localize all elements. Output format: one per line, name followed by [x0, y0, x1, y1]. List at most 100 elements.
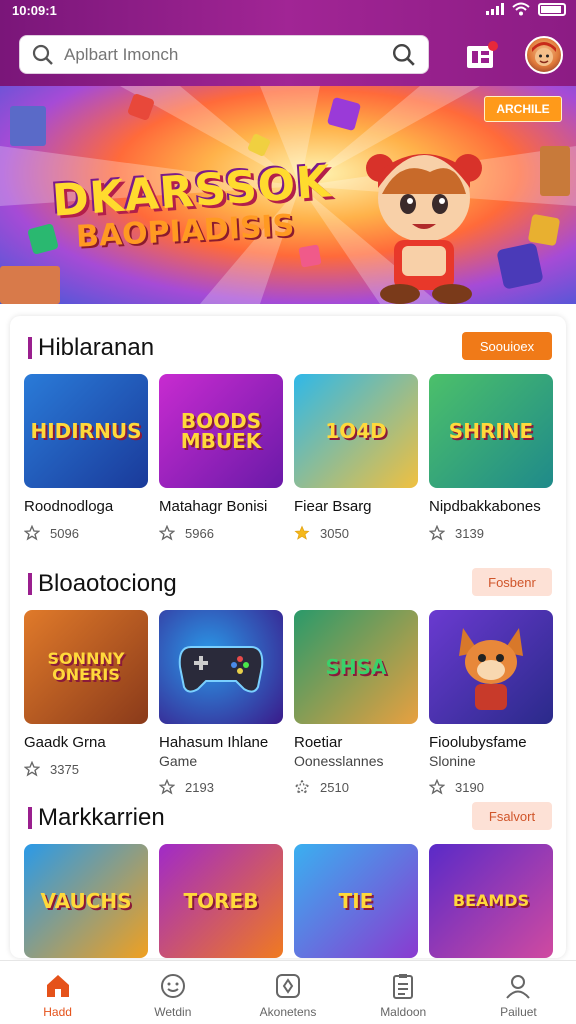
game-name: Gaadk Grna	[24, 734, 106, 751]
status-time: 10:09:1	[12, 3, 57, 18]
nav-item-maldoon[interactable]: Maldoon	[346, 961, 461, 1024]
game-rating: 3190	[455, 779, 484, 795]
game-row: HIDIRNUS Roodnodloga 5096 BOODS MBUEK Ma…	[24, 374, 553, 541]
game-rating: 3139	[455, 525, 484, 541]
game-card[interactable]: BOODS MBUEK Matahagr Bonisi 5966	[159, 374, 283, 541]
game-rating: 3050	[320, 525, 349, 541]
featured-banner[interactable]: DKARSSOK BAOPIADISIS ARCHILE	[0, 86, 576, 304]
game-rating: 3375	[50, 761, 79, 777]
clipboard-icon	[393, 974, 414, 999]
star-outline-icon	[429, 779, 445, 795]
thumbnail-art-text: HIDIRNUS	[30, 419, 142, 443]
home-icon	[46, 975, 69, 997]
nav-item-pailuet[interactable]: Pailuet	[461, 961, 576, 1024]
star-outline-icon	[159, 779, 175, 795]
game-thumbnail[interactable]: 1O4D	[294, 374, 418, 488]
game-meta: 5096	[24, 525, 148, 541]
profile-icon	[506, 975, 531, 999]
section-markkarrien: Markkarrien Fsalvort VAUCHS TOREB TIE BE…	[10, 798, 566, 958]
search-input[interactable]	[64, 44, 392, 65]
nav-label: Wetdin	[154, 1005, 192, 1019]
game-card[interactable]: Fioolubysfame Slonine 3190	[429, 610, 553, 795]
game-thumbnail[interactable]	[159, 610, 283, 724]
avatar-icon	[532, 42, 556, 66]
section-header: Bloaotociong Fosbenr	[10, 564, 566, 604]
game-card[interactable]: SONNNY ONERIS Gaadk Grna 3375	[24, 610, 148, 795]
battery-icon	[538, 2, 566, 16]
search-bar[interactable]	[19, 35, 429, 74]
nav-item-akonetens[interactable]: Akonetens	[230, 961, 345, 1024]
game-card[interactable]: SHRINE Nipdbakkabones 3139	[429, 374, 553, 541]
game-thumbnail[interactable]: SHSA	[294, 610, 418, 724]
game-card[interactable]: 1O4D Fiear Bsarg 3050	[294, 374, 418, 541]
search-submit-icon[interactable]	[392, 43, 416, 67]
game-card[interactable]: TIE	[294, 844, 418, 958]
game-thumbnail[interactable]: VAUCHS	[24, 844, 148, 958]
game-card[interactable]: HIDIRNUS Roodnodloga 5096	[24, 374, 148, 541]
thumbnail-art-text: SHSA	[325, 655, 387, 679]
game-name: Nipdbakkabones	[429, 498, 541, 515]
game-card[interactable]: SHSA Roetiar Oonesslannes 2510	[294, 610, 418, 795]
nav-label: Maldoon	[380, 1005, 427, 1019]
section-header: Markkarrien Fsalvort	[10, 798, 566, 838]
game-meta: 2510	[294, 779, 418, 795]
game-rating: 5096	[50, 525, 79, 541]
compass-icon	[276, 974, 300, 998]
game-card[interactable]: Hahasum Ihlane Game 2193	[159, 610, 283, 795]
notifications-button[interactable]	[463, 36, 501, 74]
face-icon	[160, 974, 185, 998]
nav-item-wetdin[interactable]: Wetdin	[115, 961, 230, 1024]
game-row: VAUCHS TOREB TIE BEAMDS	[24, 844, 553, 958]
nav-label: Hadd	[43, 1005, 72, 1019]
section-action-button[interactable]: Fsalvort	[472, 802, 552, 830]
thumbnail-art-text: BOODS MBUEK	[180, 409, 262, 453]
signal-icon	[486, 3, 504, 15]
game-thumbnail[interactable]: TIE	[294, 844, 418, 958]
game-subtitle: Slonine	[429, 753, 476, 769]
section-title: Hiblaranan	[28, 334, 154, 362]
game-thumbnail[interactable]: BEAMDS	[429, 844, 553, 958]
game-card[interactable]: BEAMDS	[429, 844, 553, 958]
game-thumbnail[interactable]: BOODS MBUEK	[159, 374, 283, 488]
section-hiblaranan: Hiblaranan Soouioex HIDIRNUS Roodnodloga…	[10, 328, 566, 541]
star-half-icon	[294, 779, 310, 795]
banner-character	[366, 154, 482, 304]
game-thumbnail[interactable]	[429, 610, 553, 724]
banner-badge[interactable]: ARCHILE	[484, 96, 562, 122]
game-thumbnail[interactable]: SHRINE	[429, 374, 553, 488]
game-name: Roodnodloga	[24, 498, 114, 515]
section-bloaotociong: Bloaotociong Fosbenr SONNNY ONERIS Gaadk…	[10, 564, 566, 795]
game-subtitle: Oonesslannes	[294, 753, 384, 769]
nav-item-home[interactable]: Hadd	[0, 961, 115, 1024]
avatar[interactable]	[525, 36, 563, 74]
app-header: 10:09:1	[0, 0, 576, 86]
search-icon	[32, 44, 53, 65]
thumbnail-art-text: 1O4D	[325, 419, 387, 443]
star-outline-icon	[24, 761, 40, 777]
game-thumbnail[interactable]: HIDIRNUS	[24, 374, 148, 488]
thumbnail-art-text: TOREB	[183, 889, 259, 913]
game-card[interactable]: TOREB	[159, 844, 283, 958]
wifi-icon	[512, 2, 530, 16]
game-meta: 2193	[159, 779, 283, 795]
game-card[interactable]: VAUCHS	[24, 844, 148, 958]
game-rating: 2510	[320, 779, 349, 795]
game-meta: 5966	[159, 525, 283, 541]
gamepad-icon	[178, 646, 264, 693]
star-outline-icon	[159, 525, 175, 541]
nav-label: Pailuet	[500, 1005, 537, 1019]
star-filled-icon	[294, 525, 310, 540]
section-action-button[interactable]: Fosbenr	[472, 568, 552, 596]
game-thumbnail[interactable]: TOREB	[159, 844, 283, 958]
section-action-button[interactable]: Soouioex	[462, 332, 552, 360]
game-thumbnail[interactable]: SONNNY ONERIS	[24, 610, 148, 724]
game-rating: 2193	[185, 779, 214, 795]
thumbnail-art-text: VAUCHS	[40, 889, 132, 913]
game-row: SONNNY ONERIS Gaadk Grna 3375 Hahasum Ih…	[24, 610, 553, 795]
bottom-nav: Hadd Wetdin Akonetens Maldoon Pailuet	[0, 960, 576, 1024]
thumbnail-art-text: TIE	[338, 889, 374, 913]
thumbnail-art-text: BEAMDS	[452, 891, 530, 910]
thumbnail-art-text: SHRINE	[448, 419, 534, 443]
status-bar: 10:09:1	[0, 0, 576, 24]
game-name: Hahasum Ihlane	[159, 734, 269, 751]
